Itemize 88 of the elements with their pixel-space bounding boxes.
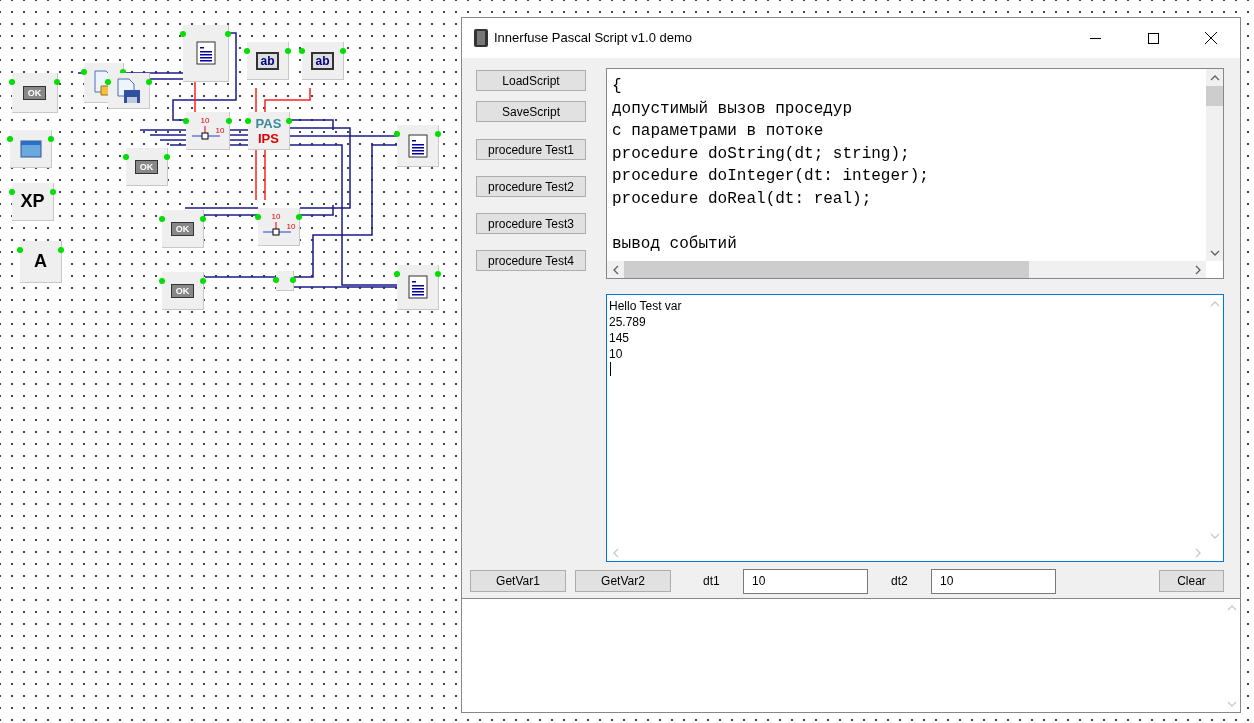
component-label: XP	[20, 190, 45, 213]
component-label: 10	[200, 116, 210, 125]
component-node[interactable]	[397, 265, 439, 310]
scroll-up-icon	[1226, 603, 1237, 612]
window-icon	[19, 139, 42, 158]
component-label: OK	[22, 85, 47, 100]
component-node[interactable]: OK	[162, 272, 204, 310]
field-label: dt2	[891, 573, 909, 590]
value-field[interactable]: 10	[931, 568, 1056, 594]
scroll-thumb[interactable]	[1206, 86, 1223, 106]
code-line: допустимый вызов проседур	[612, 98, 854, 120]
component-node[interactable]: PAS IPS	[248, 112, 290, 150]
document-floppy-icon	[115, 77, 142, 104]
component-label: OK	[134, 159, 159, 174]
code-line: procedure doString(dt; string);	[612, 143, 911, 165]
connector-wire	[255, 87, 257, 113]
vertical-scrollbar[interactable]	[1206, 69, 1223, 261]
code-line: с параметрами в потоке	[612, 121, 825, 142]
component-node[interactable]	[397, 125, 439, 167]
code-line: вывод событий	[612, 233, 738, 255]
log-memo[interactable]	[462, 598, 1240, 712]
side-button[interactable]: procedure Test3	[476, 213, 586, 234]
component-label: OK	[170, 283, 195, 298]
component-node[interactable]	[108, 73, 150, 109]
component-label: 10	[215, 126, 225, 135]
scroll-down-icon	[1226, 699, 1237, 708]
component-node[interactable]: XP	[12, 183, 54, 221]
component-node[interactable]	[276, 271, 294, 291]
value-field[interactable]: 10	[743, 568, 868, 594]
component-label: OK	[170, 221, 195, 236]
close-icon	[1205, 32, 1217, 44]
scroll-right-icon	[1193, 264, 1202, 275]
output-line: 10	[609, 346, 624, 362]
side-button[interactable]: procedure Test2	[476, 176, 586, 197]
code-line: procedure doReal(dt: real);	[612, 188, 873, 210]
side-button[interactable]: SaveScript	[476, 101, 586, 122]
memo-icon	[407, 133, 428, 158]
scroll-thumb[interactable]	[624, 261, 1029, 278]
output-line: Hello Test var	[609, 298, 683, 314]
code-editor[interactable]: { допустимый вызов проседур с параметрами в потоке procedure doString(dt; string); procedure doInteger(dt: integer); procedure doReal(dt: real); вывод событий	[606, 68, 1224, 279]
memo-icon	[407, 275, 428, 299]
scroll-right-icon	[1193, 547, 1202, 558]
component-node[interactable]: ab	[247, 42, 289, 80]
side-button[interactable]: procedure Test4	[476, 250, 586, 271]
component-label: 10	[286, 222, 296, 231]
component-node[interactable]: A	[20, 241, 62, 283]
component-label: ab	[311, 51, 334, 70]
component-label: A	[34, 250, 47, 273]
component-node[interactable]	[10, 130, 52, 168]
scroll-down-icon	[1209, 531, 1220, 540]
window-title: Innerfuse Pascal Script v1.0 demo	[494, 29, 692, 48]
component-label: 10	[271, 212, 281, 221]
memo-icon	[195, 41, 216, 65]
text-cursor	[610, 362, 611, 376]
scroll-up-icon	[1209, 73, 1220, 82]
horizontal-scrollbar[interactable]	[607, 261, 1206, 278]
code-line: procedure doInteger(dt: integer);	[612, 166, 930, 187]
film-icon	[474, 29, 488, 47]
component-node[interactable]: ab	[302, 42, 344, 80]
side-button[interactable]: procedure Test1	[476, 139, 586, 160]
component-node[interactable]: OK	[126, 148, 168, 186]
component-node[interactable]: OK	[162, 210, 204, 248]
field-label: dt1	[703, 573, 721, 590]
connector-wire	[264, 87, 311, 113]
scroll-left-icon	[611, 547, 620, 558]
output-memo[interactable]: Hello Test var 25.789 145 10	[606, 294, 1224, 562]
side-button[interactable]: LoadScript	[476, 70, 586, 91]
component-node[interactable]: 10 10	[186, 112, 230, 150]
code-line: {	[612, 76, 623, 97]
minimize-icon	[1089, 37, 1101, 39]
scroll-left-icon	[611, 264, 620, 275]
component-label: ab	[256, 51, 279, 70]
connector-wire	[289, 119, 334, 131]
component-node[interactable]	[183, 25, 229, 82]
maximize-icon	[1147, 32, 1159, 44]
scroll-up-icon	[1209, 299, 1220, 308]
connector-wire	[255, 149, 257, 201]
output-line: 145	[609, 330, 631, 346]
scroll-down-icon	[1209, 248, 1220, 257]
component-node[interactable]: 10 10	[258, 208, 300, 246]
getvar-button[interactable]: GetVar1	[470, 570, 566, 592]
component-label: PAS	[255, 115, 282, 131]
output-line: 25.789	[609, 314, 647, 330]
clear-button[interactable]: Clear	[1159, 570, 1224, 592]
connector-wire	[264, 149, 266, 201]
component-label: IPS	[258, 130, 279, 146]
component-node[interactable]: OK	[12, 73, 58, 113]
getvar-button[interactable]: GetVar2	[575, 570, 671, 592]
